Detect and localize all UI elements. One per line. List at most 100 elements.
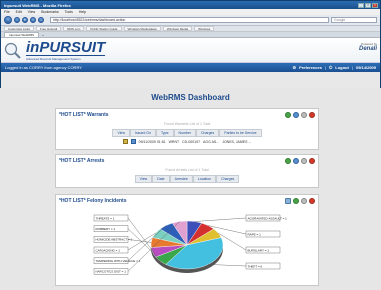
navigation-bar: ‹ › ↻ × ⌂ http://localhost:8522/webrms/d…	[1, 15, 380, 26]
arrests-subtitle: Found Arrests List of 1 Total	[165, 168, 209, 172]
separator: |	[351, 65, 353, 70]
stop-button[interactable]: ×	[30, 17, 36, 23]
minimize-icon[interactable]	[301, 158, 307, 164]
login-message: Logged in as CORRY from agency CORRY	[5, 65, 82, 70]
settings-icon[interactable]	[293, 112, 299, 118]
menu-view[interactable]: View	[28, 10, 36, 14]
menu-tools[interactable]: Tools	[65, 10, 73, 14]
column-header[interactable]: Date	[152, 175, 170, 183]
bookmark-windows-media[interactable]: Windows Media	[162, 26, 193, 31]
forward-button[interactable]: ›	[14, 17, 20, 23]
warrants-subtitle: Found Warrants List of 1 Total	[163, 122, 211, 126]
close-button[interactable]: ×	[372, 2, 378, 8]
column-header[interactable]: Type	[155, 129, 174, 137]
pie-label: THEFT = 6	[208, 262, 281, 270]
svg-text:TAMPERING WITH VEHICLE = 1: TAMPERING WITH VEHICLE = 1	[96, 259, 141, 263]
bookmark-rms[interactable]: RMS.com	[63, 26, 85, 31]
minimize-button[interactable]: _	[358, 2, 364, 8]
felony-panel-header: *HOT LIST* Felony Incidents	[56, 195, 318, 207]
refresh-icon[interactable]	[293, 198, 299, 204]
menu-bookmarks[interactable]: Bookmarks	[41, 10, 59, 14]
refresh-icon[interactable]	[285, 158, 291, 164]
bookmark-free-hotmail[interactable]: Free Hotmail	[36, 26, 62, 31]
app-header: inPURSUIT Advanced Records Management Sy…	[1, 38, 380, 63]
warrants-title: *HOT LIST* Warrants	[59, 112, 109, 118]
bookmark-public-station-guide[interactable]: Public Station Guide	[86, 26, 122, 31]
charges-cell: AGG AS...	[203, 139, 220, 144]
bookmark-windows[interactable]: Windows	[194, 26, 215, 31]
separator: |	[324, 65, 327, 70]
settings-icon[interactable]	[293, 158, 299, 164]
column-header[interactable]: Arrestee	[169, 175, 193, 183]
parties-cell: JONES, JAMES ...	[222, 139, 252, 144]
felony-title: *HOT LIST* Felony Incidents	[59, 198, 127, 204]
type-cell: WRNT	[168, 139, 180, 144]
svg-text:RAPE = 1: RAPE = 1	[248, 232, 262, 236]
document-icon[interactable]	[285, 198, 291, 204]
address-bar[interactable]: http://localhost:8522/webrms/dashboard.a…	[50, 17, 329, 23]
warrants-table-header: View Issued On Type Number Charges Parti…	[56, 129, 318, 137]
logout-link[interactable]: Logout	[335, 65, 349, 70]
tab-webrms[interactable]: Inpursuit WebRMS	[4, 32, 40, 37]
app-logo: inPURSUIT Advanced Records Management Sy…	[26, 38, 106, 61]
view-record-icon[interactable]	[122, 139, 128, 144]
column-header[interactable]: Number	[173, 129, 196, 137]
title-bar: Inpursuit WebRMS - Mozilla Firefox _ □ ×	[1, 1, 380, 9]
powered-by: Powered by Denali	[359, 42, 377, 52]
close-icon[interactable]	[309, 198, 315, 204]
logout-icon: ⏻	[329, 65, 333, 70]
preferences-link[interactable]: Preferences	[299, 65, 322, 70]
close-icon[interactable]	[309, 112, 315, 118]
svg-text:NARCOTICS DIST = 1: NARCOTICS DIST = 1	[96, 270, 127, 274]
dashboard-content: WebRMS Dashboard *HOT LIST* Warrants Fou…	[0, 88, 381, 290]
search-input[interactable]: Google	[331, 17, 377, 23]
svg-text:ROBBERY = 1: ROBBERY = 1	[96, 227, 116, 231]
new-tab-button[interactable]: +	[39, 33, 47, 37]
arrests-panel: *HOT LIST* Arrests Found Arrests List of…	[55, 154, 319, 188]
print-icon[interactable]	[130, 139, 136, 144]
bookmark-windows-marketplace[interactable]: Windows Marketplace	[123, 26, 161, 31]
column-header[interactable]: Issued On	[129, 129, 156, 137]
table-row: 09/11/2009 01:51 WRNT CD-000197 AGG AS..…	[56, 139, 318, 144]
window-title: Inpursuit WebRMS - Mozilla Firefox	[4, 2, 71, 8]
bookmark-customize-links[interactable]: Customize Links	[4, 26, 35, 31]
logo-name: inPURSUIT	[26, 38, 106, 56]
current-date: 09/14/2009	[355, 65, 376, 70]
svg-text:CARJACKING = 1: CARJACKING = 1	[96, 248, 121, 252]
menu-file[interactable]: File	[4, 10, 10, 14]
felony-pie-chart: THREATS = 1 ROBBERY = 1 HOMICIDE ABSTRACT …	[93, 214, 287, 275]
menu-help[interactable]: Help	[79, 10, 86, 14]
minimize-icon[interactable]	[301, 112, 307, 118]
close-icon[interactable]	[309, 158, 315, 164]
arrests-title: *HOT LIST* Arrests	[59, 158, 105, 164]
window-controls: _ □ ×	[358, 2, 380, 8]
maximize-button[interactable]: □	[365, 2, 371, 8]
refresh-icon[interactable]	[285, 112, 291, 118]
logo-tagline: Advanced Records Management System	[26, 54, 106, 61]
column-header[interactable]: Location	[192, 175, 217, 183]
column-header[interactable]: Charges	[216, 175, 240, 183]
svg-text:THREATS = 1: THREATS = 1	[96, 216, 115, 220]
menu-edit[interactable]: Edit	[16, 10, 22, 14]
back-button[interactable]: ‹	[4, 16, 12, 24]
home-button[interactable]: ⌂	[38, 17, 44, 23]
pie-label: AGGRAVATED ASSAULT = 1	[194, 214, 287, 222]
brand-name: Denali	[358, 46, 377, 52]
column-header[interactable]: Charges	[196, 129, 220, 137]
svg-text:HOMICIDE ABSTRACT = 1: HOMICIDE ABSTRACT = 1	[96, 238, 133, 242]
column-header[interactable]: View	[112, 129, 130, 137]
minimize-icon[interactable]	[301, 198, 307, 204]
magnifier-logo-icon	[4, 42, 21, 59]
column-header[interactable]: View	[134, 175, 153, 183]
svg-text:BURGLARY = 1: BURGLARY = 1	[248, 248, 270, 252]
reload-button[interactable]: ↻	[22, 17, 28, 23]
arrests-table-header: View Date Arrestee Location Charges	[56, 175, 318, 183]
column-header[interactable]: Parties to be Service	[219, 129, 262, 137]
felony-panel: *HOT LIST* Felony Incidents THREATS = 1 R…	[55, 194, 319, 286]
svg-text:THEFT = 6: THEFT = 6	[248, 264, 263, 268]
user-bar: Logged in as CORRY from agency CORRY ⚙ P…	[1, 63, 380, 72]
page-title: WebRMS Dashboard	[151, 93, 230, 102]
warrants-panel-header: *HOT LIST* Warrants	[56, 109, 318, 121]
preferences-icon: ⚙	[292, 65, 297, 70]
warrants-panel: *HOT LIST* Warrants Found Warrants List …	[55, 108, 319, 150]
